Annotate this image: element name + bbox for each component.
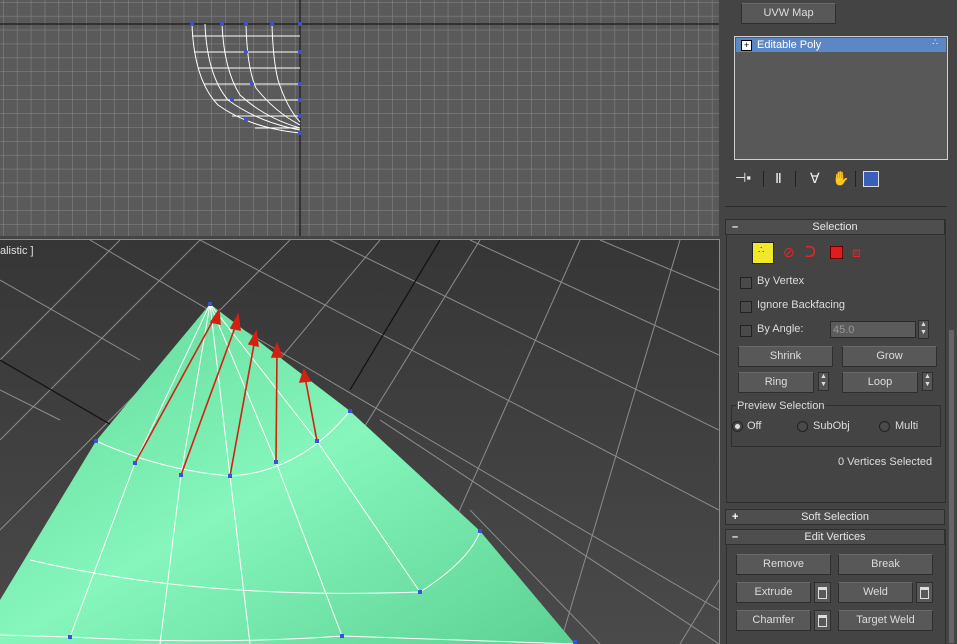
grow-button[interactable]: Grow (842, 346, 937, 367)
show-end-result-icon[interactable]: Ⅱ (775, 170, 782, 187)
weld-button[interactable]: Weld (838, 582, 913, 603)
shrink-button[interactable]: Shrink (738, 346, 833, 367)
preview-multi-label: Multi (895, 420, 919, 432)
by-angle-checkbox[interactable] (740, 325, 752, 337)
chamfer-settings-icon[interactable] (814, 610, 831, 631)
preview-multi-radio[interactable] (879, 421, 890, 432)
polygon-level-icon[interactable] (830, 246, 843, 259)
vertex-level-icon[interactable]: ∴ (752, 242, 774, 264)
preview-off-label: Off (747, 420, 762, 432)
collapse-sign: – (732, 221, 739, 233)
ignore-backfacing-checkbox[interactable] (740, 301, 752, 313)
preview-off-radio[interactable] (732, 421, 743, 432)
expand-sign: + (732, 511, 739, 523)
loop-spinner[interactable]: ▲ ▼ (922, 372, 933, 391)
element-level-icon[interactable]: ⧈ (852, 244, 861, 261)
toolbar-divider (855, 171, 856, 187)
make-unique-icon[interactable]: ∀ (810, 170, 820, 187)
ring-spinner[interactable]: ▲ ▼ (818, 372, 829, 391)
chamfer-button[interactable]: Chamfer (736, 610, 811, 631)
break-button[interactable]: Break (838, 554, 933, 575)
rollout-title: Selection (812, 221, 858, 233)
preview-subobj-label: SubObj (813, 420, 850, 432)
pin-stack-icon[interactable]: ⊣▪ (735, 170, 751, 186)
ignore-backfacing-label: Ignore Backfacing (757, 299, 846, 311)
border-level-icon[interactable]: ᑐ (805, 243, 816, 261)
remove-modifier-icon[interactable]: ✋ (832, 170, 849, 187)
remove-button[interactable]: Remove (736, 554, 831, 575)
uvw-map-button[interactable]: UVW Map (741, 3, 836, 24)
extrude-button[interactable]: Extrude (736, 582, 811, 603)
stack-item-label: Editable Poly (757, 39, 822, 51)
configure-modifier-sets-icon[interactable] (863, 171, 879, 187)
top-viewport[interactable] (0, 0, 719, 236)
rollout-title: Soft Selection (801, 511, 869, 523)
stack-toolbar: ⊣▪ Ⅱ ∀ ✋ (735, 170, 895, 188)
angle-spinner[interactable]: ▲ ▼ (918, 320, 929, 339)
target-weld-button[interactable]: Target Weld (838, 610, 933, 631)
perspective-viewport[interactable]: alistic ] (0, 239, 720, 644)
panel-divider (725, 206, 947, 207)
toolbar-divider (763, 171, 764, 187)
edge-level-icon[interactable]: ⊘ (783, 244, 795, 261)
by-vertex-label: By Vertex (757, 275, 805, 287)
edit-vertices-rollout-header[interactable]: – Edit Vertices (725, 529, 945, 545)
command-panel: UVW Map + Editable Poly ∴ ⊣▪ Ⅱ ∀ ✋ – Sel… (721, 0, 957, 644)
viewport-label[interactable]: alistic ] (0, 245, 34, 257)
vertex-subobject-icon: ∴ (932, 37, 938, 47)
perspective-viewport-canvas (0, 240, 719, 644)
preview-selection-title: Preview Selection (736, 400, 826, 412)
stack-item-editable-poly[interactable]: + Editable Poly ∴ (736, 37, 946, 52)
collapse-sign: – (732, 531, 739, 543)
preview-subobj-radio[interactable] (797, 421, 808, 432)
selection-status: 0 Vertices Selected (838, 456, 933, 468)
panel-scrollbar[interactable] (949, 330, 954, 643)
loop-button[interactable]: Loop (842, 372, 918, 393)
soft-selection-rollout-header[interactable]: + Soft Selection (725, 509, 945, 525)
modifier-stack-list[interactable]: + Editable Poly ∴ (734, 36, 948, 160)
ring-button[interactable]: Ring (738, 372, 814, 393)
top-viewport-canvas (0, 0, 719, 236)
weld-settings-icon[interactable] (916, 582, 933, 603)
toolbar-divider (795, 171, 796, 187)
angle-input[interactable] (830, 321, 916, 338)
extrude-settings-icon[interactable] (814, 582, 831, 603)
expand-icon[interactable]: + (741, 40, 752, 51)
by-vertex-checkbox[interactable] (740, 277, 752, 289)
by-angle-label: By Angle: (757, 323, 804, 335)
selection-rollout-header[interactable]: – Selection (725, 219, 945, 235)
rollout-title: Edit Vertices (804, 531, 866, 543)
